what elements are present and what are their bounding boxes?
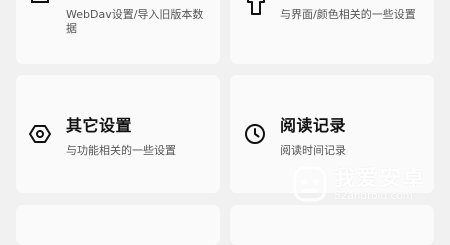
card-desc: 与界面/颜色相关的一些设置 bbox=[280, 8, 416, 21]
card-title: 其它设置 bbox=[66, 116, 133, 135]
card-partial-left[interactable] bbox=[16, 205, 220, 245]
android-logo-icon bbox=[292, 162, 328, 210]
clock-icon bbox=[244, 123, 266, 149]
shirt-icon bbox=[244, 0, 268, 20]
settings-hexagon-icon bbox=[29, 123, 51, 149]
card-desc: WebDav设置/导入旧版本数据 bbox=[66, 8, 204, 35]
card-backup[interactable]: WebDav设置/导入旧版本数据 bbox=[16, 0, 220, 64]
watermark: 我爱安卓 52android.com bbox=[292, 160, 432, 210]
card-partial-right[interactable] bbox=[230, 205, 434, 245]
watermark-url: 52android.com bbox=[334, 190, 413, 202]
card-theme[interactable]: 与界面/颜色相关的一些设置 bbox=[230, 0, 434, 64]
card-other-settings[interactable]: 其它设置 与功能相关的一些设置 bbox=[16, 75, 220, 193]
card-title: 阅读记录 bbox=[280, 116, 347, 135]
card-desc: 与功能相关的一些设置 bbox=[66, 144, 176, 157]
backup-icon bbox=[30, 0, 50, 10]
card-desc: 阅读时间记录 bbox=[280, 144, 346, 157]
watermark-name: 我爱安卓 bbox=[334, 166, 426, 190]
